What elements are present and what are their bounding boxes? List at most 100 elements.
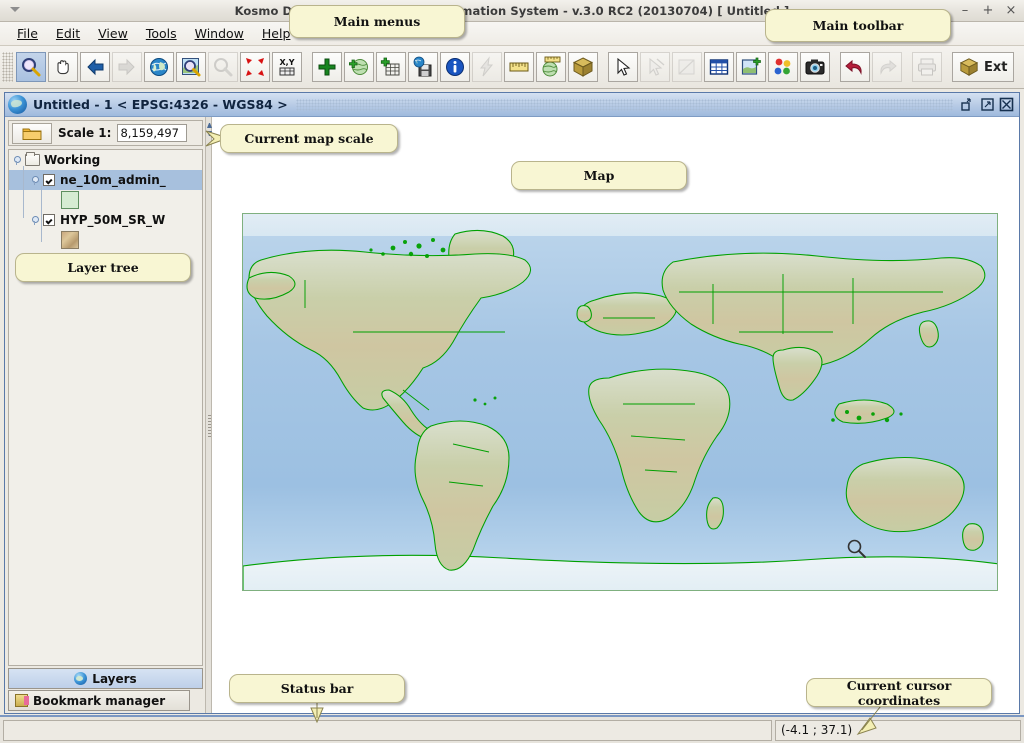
- tree-node-layer-1[interactable]: HYP_50M_SR_W: [9, 210, 202, 230]
- undo-button[interactable]: [840, 52, 870, 82]
- expand-toggle-icon[interactable]: [31, 175, 40, 185]
- deselect-arrow-icon: [649, 57, 665, 76]
- callout-map: Map: [511, 161, 687, 190]
- measure-distance-button[interactable]: [504, 52, 534, 82]
- maximize-icon[interactable]: [980, 97, 995, 112]
- map-canvas[interactable]: [242, 213, 998, 591]
- titlebar-texture: [295, 98, 953, 111]
- minimize-icon[interactable]: –: [958, 3, 972, 18]
- add-remote-layer-button[interactable]: [344, 52, 374, 82]
- menu-view[interactable]: View: [89, 24, 137, 43]
- svg-text:X,Y: X,Y: [280, 58, 295, 67]
- zoom-in-icon: [22, 58, 41, 77]
- tree-node-working[interactable]: Working: [9, 150, 202, 170]
- close-icon[interactable]: [999, 97, 1014, 112]
- callout-status-bar: Status bar: [229, 674, 405, 703]
- redo-button: [872, 52, 902, 82]
- redo-icon: [880, 59, 897, 75]
- status-bar: (-4.1 ; 37.1): [0, 715, 1024, 743]
- map-view-titlebar: Untitled - 1 < EPSG:4326 - WGS84 >: [5, 93, 1019, 117]
- restore-icon[interactable]: [961, 97, 976, 112]
- tree-node-layer-0[interactable]: ne_10m_admin_: [9, 170, 202, 190]
- callout-main-menus: Main menus: [289, 5, 465, 38]
- zoom-full-extent-button[interactable]: [144, 52, 174, 82]
- quick-action-button: [472, 52, 502, 82]
- select-arrow-icon: [617, 57, 631, 76]
- add-table-button[interactable]: [376, 52, 406, 82]
- menu-help-label: Help: [261, 26, 291, 41]
- add-wms-layer-icon: [349, 59, 368, 75]
- camera-icon: [805, 59, 825, 75]
- status-message: [3, 719, 772, 741]
- save-map-button[interactable]: [408, 52, 438, 82]
- expand-toggle-icon[interactable]: [31, 215, 40, 225]
- add-layer-button[interactable]: [312, 52, 342, 82]
- forward-arrow-icon: [118, 58, 135, 76]
- window-controls: – + ×: [958, 3, 1018, 18]
- close-icon[interactable]: ×: [1004, 3, 1018, 18]
- feature-info-button[interactable]: [440, 52, 470, 82]
- back-arrow-icon: [87, 58, 104, 76]
- select-tool[interactable]: [608, 52, 638, 82]
- measure-geodesic-button[interactable]: [536, 52, 566, 82]
- application-window: Kosmo Desktop - Geographic Information S…: [0, 0, 1024, 743]
- panel-tabs: Layers Bookmark manager: [8, 668, 203, 711]
- symbology-button[interactable]: [768, 52, 798, 82]
- scale-input[interactable]: [117, 124, 188, 142]
- tree-node-layer-0-label: ne_10m_admin_: [60, 173, 166, 187]
- export-image-button[interactable]: [800, 52, 830, 82]
- goto-xy-button[interactable]: X,Y: [272, 52, 302, 82]
- callout-current-map-scale: Current map scale: [220, 124, 398, 153]
- box-icon: [572, 57, 594, 77]
- folder-icon: [25, 152, 40, 166]
- map-view-window-controls: [961, 97, 1016, 112]
- zoom-to-selection-button: [208, 52, 238, 82]
- add-layer-icon: [318, 58, 336, 76]
- globe-icon: [8, 95, 27, 114]
- map-canvas-container[interactable]: [212, 117, 1019, 713]
- main-toolbar: X,Y Ext: [0, 46, 1024, 89]
- toolbar-grip[interactable]: [2, 52, 13, 82]
- menu-file[interactable]: File: [8, 24, 47, 43]
- symbology-icon: [774, 58, 791, 75]
- deselect-tool: [640, 52, 670, 82]
- layer-visibility-checkbox[interactable]: [43, 214, 55, 226]
- zoom-collapse-icon: [246, 58, 264, 76]
- globe-icon: [150, 58, 168, 76]
- info-icon: [446, 58, 464, 76]
- vector-polygon-swatch: [61, 191, 79, 209]
- menu-tools[interactable]: Tools: [137, 24, 186, 43]
- globe-icon: [74, 672, 88, 685]
- extension-box-button[interactable]: [568, 52, 598, 82]
- zoom-to-feature-button[interactable]: [240, 52, 270, 82]
- raster-swatch: [61, 231, 79, 249]
- layer-visibility-checkbox[interactable]: [43, 174, 55, 186]
- extensions-button[interactable]: Ext: [952, 52, 1015, 82]
- layer-tree[interactable]: Working ne_10m_admin_ HYP_50M_SR_W: [8, 149, 203, 666]
- map-view-body: Scale 1: Working ne_10m_admin_: [5, 117, 1019, 713]
- menu-edit-label: Edit: [55, 26, 81, 41]
- tree-connector: [41, 186, 42, 242]
- tree-connector: [23, 166, 24, 218]
- print-button: [912, 52, 942, 82]
- menu-window[interactable]: Window: [186, 24, 253, 43]
- edit-geometry-icon: [678, 59, 695, 75]
- extensions-button-label: Ext: [984, 59, 1008, 75]
- zoom-in-tool[interactable]: [16, 52, 46, 82]
- menu-edit[interactable]: Edit: [47, 24, 89, 43]
- tab-bookmark-manager[interactable]: Bookmark manager: [8, 690, 190, 711]
- pan-tool[interactable]: [48, 52, 78, 82]
- callout-main-toolbar: Main toolbar: [765, 9, 951, 42]
- new-view-button[interactable]: [736, 52, 766, 82]
- maximize-icon[interactable]: +: [981, 3, 995, 18]
- previous-extent-button[interactable]: [80, 52, 110, 82]
- open-project-button[interactable]: [12, 122, 52, 144]
- zoom-to-layer-button[interactable]: [176, 52, 206, 82]
- world-map-render: [243, 214, 997, 590]
- attribute-table-button[interactable]: [704, 52, 734, 82]
- folder-icon: [22, 128, 42, 140]
- panel-splitter[interactable]: [205, 117, 212, 713]
- tab-layers[interactable]: Layers: [8, 668, 203, 689]
- expand-toggle-icon[interactable]: [13, 155, 22, 165]
- bookmark-icon: [15, 694, 29, 707]
